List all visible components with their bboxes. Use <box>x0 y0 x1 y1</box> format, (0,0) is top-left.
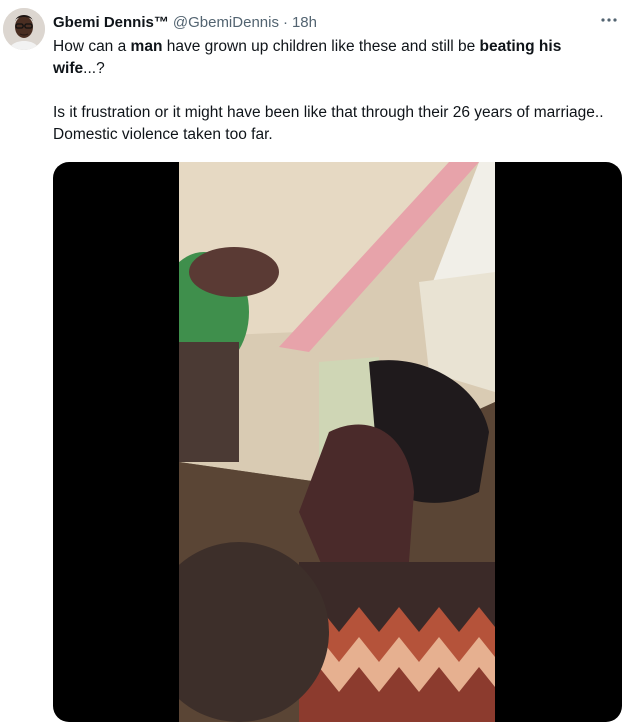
more-options-button[interactable] <box>599 10 619 30</box>
video-frame[interactable] <box>179 162 495 722</box>
tweet-paragraph-1: How can a man have grown up children lik… <box>53 36 613 80</box>
tweet-header: Gbemi Dennis™ @GbemiDennis · 18h <box>53 11 617 33</box>
tweet-text: How can a man have grown up children lik… <box>53 36 613 146</box>
text-segment: How can a <box>53 38 131 55</box>
bold-text-segment: man <box>130 38 163 55</box>
author-display-name[interactable]: Gbemi Dennis™ <box>53 14 169 31</box>
tweet-timestamp[interactable]: 18h <box>292 14 317 31</box>
text-segment: have grown up children like these and st… <box>162 38 480 55</box>
author-handle[interactable]: @GbemiDennis <box>173 14 279 31</box>
tweet[interactable]: Gbemi Dennis™ @GbemiDennis · 18h How can… <box>0 0 629 722</box>
video-player[interactable] <box>53 162 622 722</box>
more-horizontal-icon <box>601 18 617 22</box>
tweet-paragraph-2: Is it frustration or it might have been … <box>53 104 604 143</box>
text-segment: ...? <box>83 60 105 77</box>
avatar[interactable] <box>3 8 45 50</box>
header-separator: · <box>282 13 288 31</box>
